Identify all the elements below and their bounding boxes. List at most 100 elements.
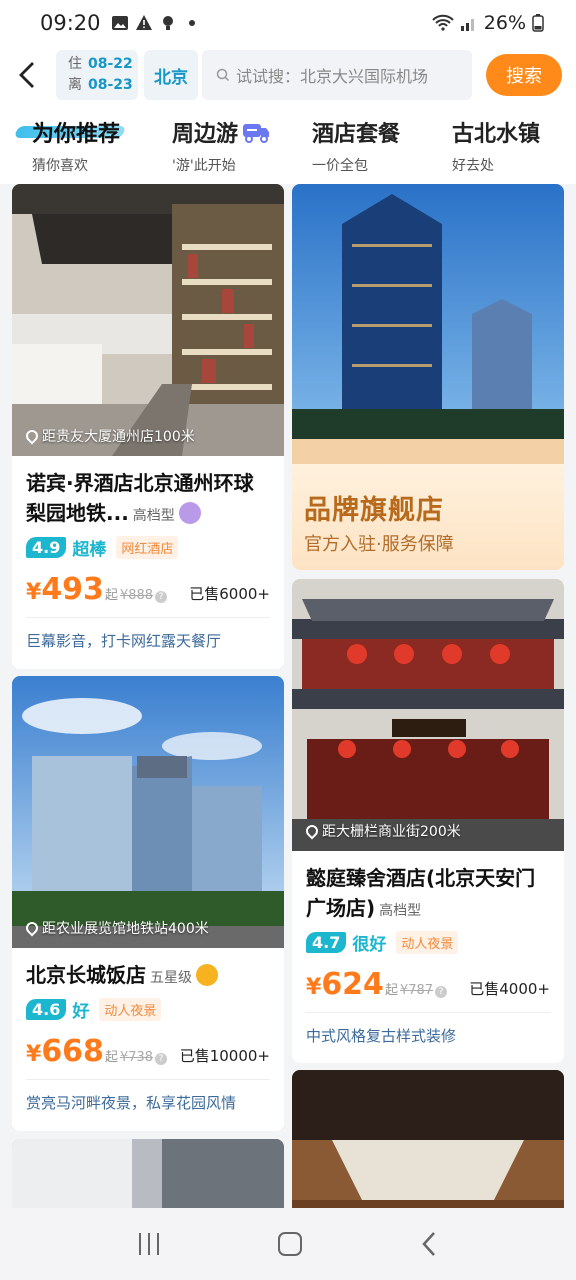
question-icon[interactable]: ? xyxy=(155,591,168,603)
sold-count: 已售10000+ xyxy=(179,1047,270,1065)
tab-recommend[interactable]: 为你推荐 猜你喜欢 xyxy=(13,104,172,184)
hotel-feed: 距贵友大厦通州店100米 诺宾·界酒店北京通州环球梨园地铁... 高档型 4.9 … xyxy=(0,184,576,1208)
hotel-card[interactable]: 距大栅栏商业街200米 懿庭臻舍酒店(北京天安门广场店) 高档型 4.7 很好 动… xyxy=(292,579,564,1063)
truck-icon xyxy=(243,124,270,143)
hotel-highlight: 巨幕影音，打卡网红露天餐厅 xyxy=(26,632,222,650)
currency-symbol: ¥ xyxy=(306,975,322,1000)
location-pin-icon xyxy=(303,822,321,840)
hotel-card-partial[interactable] xyxy=(12,1139,284,1208)
tab-title: 古北水镇 xyxy=(452,122,541,147)
rating-score: 4.7 xyxy=(306,932,347,953)
back-nav-button[interactable] xyxy=(421,1231,437,1257)
hotel-grade: 五星级 xyxy=(150,970,192,986)
rating-word: 超棒 xyxy=(72,540,107,560)
price-suffix: 起 xyxy=(384,983,398,998)
price: 493 xyxy=(41,572,104,607)
rating-score: 4.9 xyxy=(26,537,67,558)
battery-icon xyxy=(532,14,544,32)
checkout-date: 08-23 xyxy=(88,77,133,93)
price: 668 xyxy=(41,1034,104,1069)
tab-nearby[interactable]: 周边游 '游'此开始 xyxy=(172,104,312,184)
location-pin-icon xyxy=(23,427,41,445)
original-price: ¥888 xyxy=(119,588,154,603)
sold-count: 已售6000+ xyxy=(189,585,270,603)
dot-icon xyxy=(188,20,195,26)
tab-subtitle: 猜你喜欢 xyxy=(32,158,88,174)
hotel-card[interactable]: 距贵友大厦通州店100米 诺宾·界酒店北京通州环球梨园地铁... 高档型 4.9 … xyxy=(12,184,284,669)
location-pin-icon xyxy=(23,919,41,937)
hotel-name: 北京长城饭店 五星级 xyxy=(26,960,270,993)
sold-count: 已售4000+ xyxy=(469,980,550,998)
signal-icon xyxy=(460,19,474,31)
back-button[interactable] xyxy=(18,55,50,95)
hotel-card[interactable]: 距农业展览馆地铁站400米 北京长城饭店 五星级 4.6 好 动人夜景 ¥ 668… xyxy=(12,676,284,1131)
hotel-photo: 距大栅栏商业街200米 xyxy=(292,579,564,851)
traditional-building-image xyxy=(292,579,564,851)
promo-subtitle: 官方入驻·服务保障 xyxy=(304,534,454,555)
lobby-image xyxy=(12,184,284,456)
tab-subtitle: '游'此开始 xyxy=(172,158,236,174)
feature-tag: 网红酒店 xyxy=(116,536,179,559)
feature-tag: 动人夜景 xyxy=(396,931,459,954)
status-time: 09:20 xyxy=(40,11,101,35)
tab-subtitle: 好去处 xyxy=(452,158,494,174)
hotel-tower-image xyxy=(12,676,284,948)
battery-percent: 26% xyxy=(483,12,526,34)
rating-word: 好 xyxy=(72,1002,90,1022)
rating-word: 很好 xyxy=(352,935,387,955)
status-bar: 09:20 26% xyxy=(0,0,576,46)
thumbs-up-icon xyxy=(196,964,218,986)
question-icon[interactable]: ? xyxy=(155,1053,168,1065)
hotel-name: 诺宾·界酒店北京通州环球梨园地铁... 高档型 xyxy=(26,471,254,525)
skyscraper-image xyxy=(292,184,564,474)
tab-gubei[interactable]: 古北水镇 好去处 xyxy=(452,104,576,184)
original-price: ¥738 xyxy=(119,1050,154,1065)
price-suffix: 起 xyxy=(104,588,118,603)
wifi-icon xyxy=(432,14,454,31)
search-header: 住 08-22 离 08-23 北京 试试搜：北京大兴国际机场 搜索 xyxy=(0,46,576,104)
currency-symbol: ¥ xyxy=(26,1042,42,1067)
brand-promo-card[interactable]: 品牌旗舰店 官方入驻·服务保障 xyxy=(292,184,564,570)
tab-package[interactable]: 酒店套餐 一价全包 xyxy=(312,104,452,184)
search-button[interactable]: 搜索 xyxy=(486,54,562,96)
feature-tag: 动人夜景 xyxy=(99,998,162,1021)
hotel-photo: 距贵友大厦通州店100米 xyxy=(12,184,284,456)
hotel-photo-partial xyxy=(12,1139,284,1208)
distance-label: 距大栅栏商业街200米 xyxy=(303,821,461,841)
checkin-label: 住 xyxy=(68,56,82,72)
checkout-label: 离 xyxy=(68,77,82,93)
promo-title: 品牌旗舰店 xyxy=(304,495,444,526)
checkin-date: 08-22 xyxy=(88,56,133,72)
question-icon[interactable]: ? xyxy=(435,986,448,998)
city-selector[interactable]: 北京 xyxy=(144,50,198,100)
hotel-grade: 高档型 xyxy=(379,903,422,919)
tab-subtitle: 一价全包 xyxy=(312,158,368,174)
category-tabs: 为你推荐 猜你喜欢 周边游 '游'此开始 酒店套餐 一价全包 古北水镇 好去处 xyxy=(0,104,576,184)
warning-icon xyxy=(135,15,152,30)
bulb-icon xyxy=(162,16,173,30)
hotel-name: 懿庭臻舍酒店(北京天安门广场店) 高档型 xyxy=(306,866,536,920)
price: 624 xyxy=(321,967,384,1002)
search-placeholder: 试试搜：北京大兴国际机场 xyxy=(236,67,429,86)
original-price: ¥787 xyxy=(399,983,434,998)
hotel-highlight: 中式风格复古样式装修 xyxy=(306,1027,457,1045)
hotel-grade: 高档型 xyxy=(132,508,175,524)
chevron-left-icon xyxy=(19,62,34,88)
tab-title: 酒店套餐 xyxy=(312,122,401,147)
home-button[interactable] xyxy=(277,1232,302,1256)
gallery-icon xyxy=(111,16,128,30)
hotel-photo: 距农业展览馆地铁站400米 xyxy=(12,676,284,948)
search-input[interactable]: 试试搜：北京大兴国际机场 xyxy=(202,50,472,100)
hotel-photo-partial xyxy=(292,1070,564,1208)
price-suffix: 起 xyxy=(104,1050,118,1065)
hotel-card-partial[interactable] xyxy=(292,1070,564,1208)
currency-symbol: ¥ xyxy=(26,580,42,605)
rating-score: 4.6 xyxy=(26,999,67,1020)
recents-button[interactable] xyxy=(139,1233,160,1255)
tab-title: 为你推荐 xyxy=(32,122,121,147)
distance-label: 距贵友大厦通州店100米 xyxy=(23,426,195,446)
date-selector[interactable]: 住 08-22 离 08-23 xyxy=(56,50,138,100)
distance-label: 距农业展览馆地铁站400米 xyxy=(23,918,209,938)
search-icon xyxy=(216,68,230,82)
tab-title: 周边游 xyxy=(172,122,239,147)
